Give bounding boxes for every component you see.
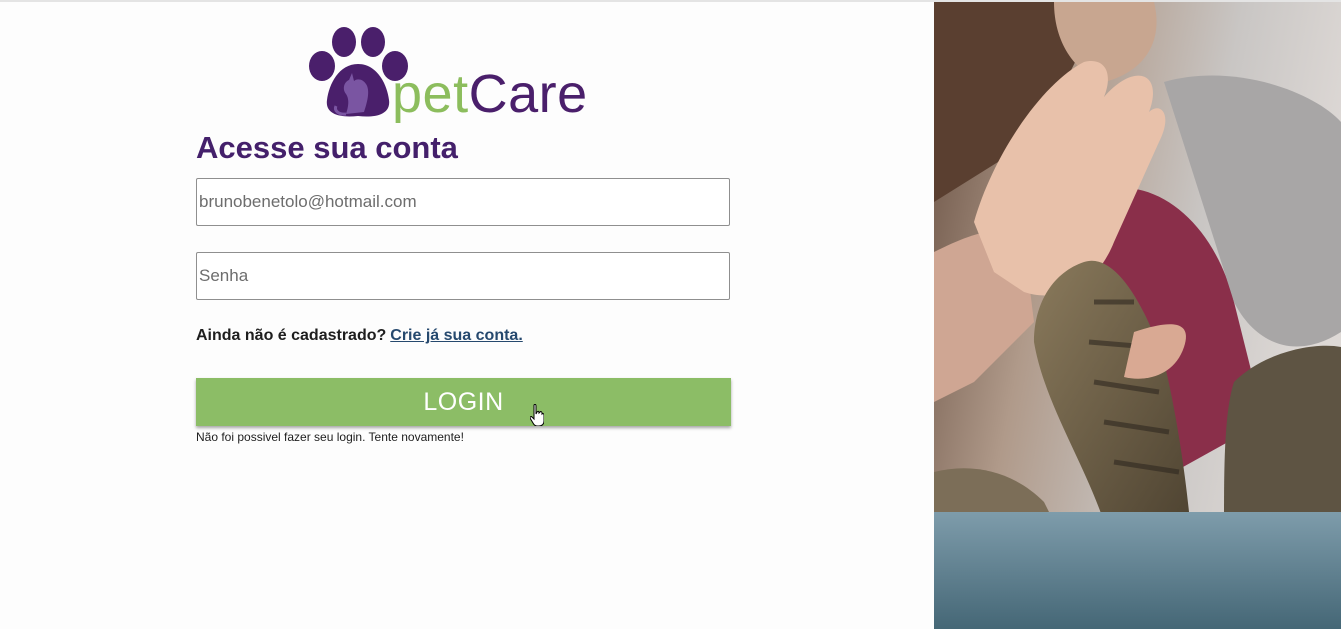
signup-link[interactable]: Crie já sua conta. (390, 327, 523, 344)
password-field[interactable] (196, 252, 730, 300)
hero-photo-illustration (934, 2, 1341, 629)
logo-word-care: Care (468, 64, 588, 124)
signup-prompt: Ainda não é cadastrado? Crie já sua conta… (196, 327, 523, 345)
login-panel: petCare Acesse sua conta Ainda não é cad… (0, 2, 934, 629)
hand-cursor-icon (530, 404, 544, 426)
page-title: Acesse sua conta (196, 130, 458, 165)
hero-image (934, 2, 1341, 629)
login-button[interactable]: LOGIN (196, 378, 731, 426)
error-message: Não foi possivel fazer seu login. Tente … (196, 430, 464, 444)
petcare-logo: petCare (306, 26, 626, 130)
signup-prompt-text: Ainda não é cadastrado? (196, 327, 387, 344)
logo-word-pet: pet (392, 64, 469, 124)
logo-wordmark: petCare (392, 64, 588, 124)
email-field[interactable] (196, 178, 730, 226)
